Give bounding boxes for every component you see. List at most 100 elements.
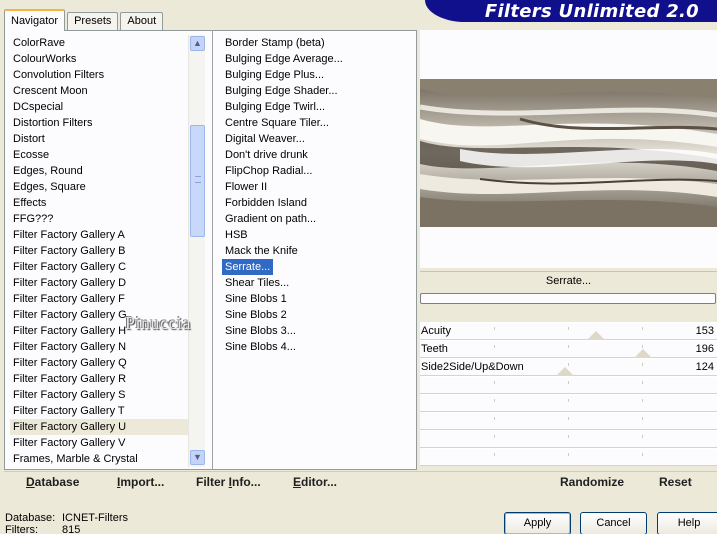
slider-tick [568,363,569,366]
category-scrollbar[interactable]: ▲ ▼ [188,35,205,467]
slider-thumb[interactable] [556,367,574,376]
filter-item[interactable]: Border Stamp (beta) [222,35,408,51]
category-item[interactable]: Filter Factory Gallery T [10,403,188,419]
database-button[interactable]: Database [26,475,79,489]
help-button[interactable]: Help [657,512,717,534]
category-item[interactable]: Filter Factory Gallery V [10,435,188,451]
scroll-thumb[interactable] [190,125,205,237]
cancel-button[interactable]: Cancel [580,512,647,534]
category-item[interactable]: Ecosse [10,147,188,163]
category-item[interactable]: Filter Factory Gallery B [10,243,188,259]
slider-tick [642,435,643,438]
filter-list[interactable]: Border Stamp (beta) Bulging Edge Average.… [222,35,408,375]
slider-tick [568,345,569,348]
app-title: Filters Unlimited 2.0 [484,1,699,22]
slider-tick [642,363,643,366]
category-item[interactable]: Filter Factory Gallery A [10,227,188,243]
import-button[interactable]: Import... [117,475,164,489]
filter-item[interactable]: FlipChop Radial... [222,163,408,179]
filter-item[interactable]: Bulging Edge Twirl... [222,99,408,115]
tab-presets[interactable]: Presets [67,12,119,30]
editor-button[interactable]: Editor... [293,475,337,489]
filter-item[interactable]: Flower II [222,179,408,195]
slider-tick [642,453,643,456]
slider-thumb[interactable] [634,349,652,358]
slider-tick [494,435,495,438]
filter-item[interactable]: Centre Square Tiler... [222,115,408,131]
slider-tick [494,453,495,456]
category-item[interactable]: Filter Factory Gallery N [10,339,188,355]
category-item[interactable]: Filter Factory Gallery F [10,291,188,307]
filter-item[interactable]: Sine Blobs 2 [222,307,408,323]
category-item[interactable]: Filter Factory Gallery Q [10,355,188,371]
randomize-button[interactable]: Randomize [560,475,624,489]
filter-item[interactable]: Bulging Edge Average... [222,51,408,67]
slider-value: 124 [695,361,714,373]
chevron-down-icon: ▼ [193,452,202,462]
reset-button[interactable]: Reset [659,475,692,489]
slider-tick [494,345,495,348]
slider-row[interactable]: Teeth 196 [420,340,717,358]
slider-label: Teeth [421,343,448,355]
empty-slider-row [420,448,717,466]
preview-image [420,79,717,227]
category-item[interactable]: Edges, Square [10,179,188,195]
category-item[interactable]: DCspecial [10,99,188,115]
filter-item[interactable]: Sine Blobs 1 [222,291,408,307]
category-item[interactable]: Filter Factory Gallery D [10,275,188,291]
slider-value: 153 [695,325,714,337]
category-item[interactable]: Filter Factory Gallery U [10,419,188,435]
category-item[interactable]: Convolution Filters [10,67,188,83]
filter-item[interactable]: Sine Blobs 4... [222,339,408,355]
slider-tick [568,381,569,384]
scroll-down-button[interactable]: ▼ [190,450,205,465]
category-item[interactable]: Frames, Marble & Crystal [10,451,188,467]
slider-tick [568,417,569,420]
list-divider [212,30,213,470]
category-item[interactable]: Distortion Filters [10,115,188,131]
slider-tick [642,327,643,330]
filter-item[interactable]: Gradient on path... [222,211,408,227]
category-item[interactable]: Crescent Moon [10,83,188,99]
filter-item[interactable]: Bulging Edge Plus... [222,67,408,83]
category-item[interactable]: Effects [10,195,188,211]
filter-item[interactable]: HSB [222,227,408,243]
slider-thumb[interactable] [587,331,605,340]
category-item[interactable]: Distort [10,131,188,147]
tab-bar: Navigator Presets About [4,8,165,31]
filter-item[interactable]: Shear Tiles... [222,275,408,291]
chevron-up-icon: ▲ [193,38,202,48]
category-item[interactable]: Filter Factory Gallery C [10,259,188,275]
category-item[interactable]: Edges, Round [10,163,188,179]
empty-slider-row [420,430,717,448]
filter-item[interactable]: Mack the Knife [222,243,408,259]
filter-item-selected[interactable]: Serrate... [222,259,274,275]
slider-tick [494,417,495,420]
tab-navigator[interactable]: Navigator [4,9,66,31]
slider-tick [642,381,643,384]
apply-button[interactable]: Apply [504,512,571,534]
status-filters-label: Filters: [5,524,38,534]
slider-row[interactable]: Acuity 153 [420,322,717,340]
category-item[interactable]: FFG??? [10,211,188,227]
filter-info-button[interactable]: Filter Info... [196,475,261,489]
category-item[interactable]: Filter Factory Gallery S [10,387,188,403]
slider-tick [568,435,569,438]
scroll-up-button[interactable]: ▲ [190,36,205,51]
filter-item[interactable]: Sine Blobs 3... [222,323,408,339]
tab-about[interactable]: About [120,12,164,30]
category-item[interactable]: Filter Factory Gallery R [10,371,188,387]
slider-row[interactable]: Side2Side/Up&Down 124 [420,358,717,376]
filter-item[interactable]: Digital Weaver... [222,131,408,147]
filter-item[interactable]: Don't drive drunk [222,147,408,163]
status-database-value: ICNET-Filters [62,512,128,524]
category-item[interactable]: ColorRave [10,35,188,51]
slider-tick [568,399,569,402]
slider-tick [494,381,495,384]
parameter-sliders: Acuity 153 Teeth 196 Side2Side/Up&Down 124 [420,322,717,466]
header-banner: Filters Unlimited 2.0 [425,0,717,22]
category-list[interactable]: ColorRave ColourWorks Convolution Filters C… [10,35,188,467]
category-item[interactable]: ColourWorks [10,51,188,67]
filter-item[interactable]: Forbidden Island [222,195,408,211]
filter-item[interactable]: Bulging Edge Shader... [222,83,408,99]
